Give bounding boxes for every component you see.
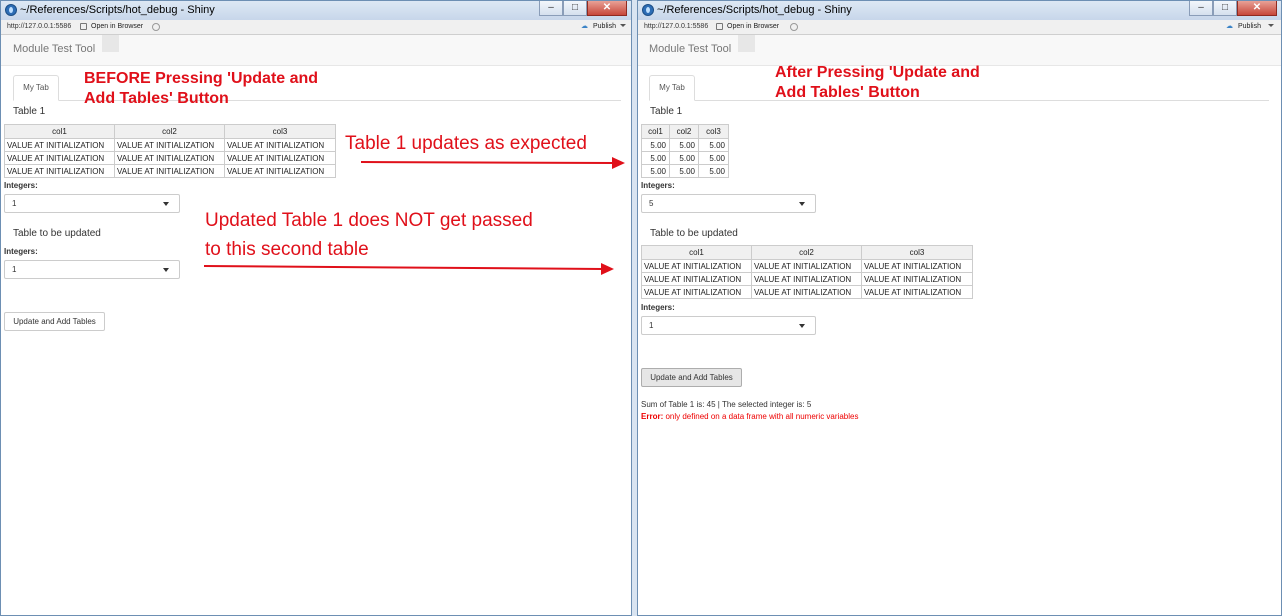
annotation-arrows <box>203 157 625 275</box>
arrow-not-passed <box>203 263 614 275</box>
arrow-table1-updates <box>360 157 625 169</box>
